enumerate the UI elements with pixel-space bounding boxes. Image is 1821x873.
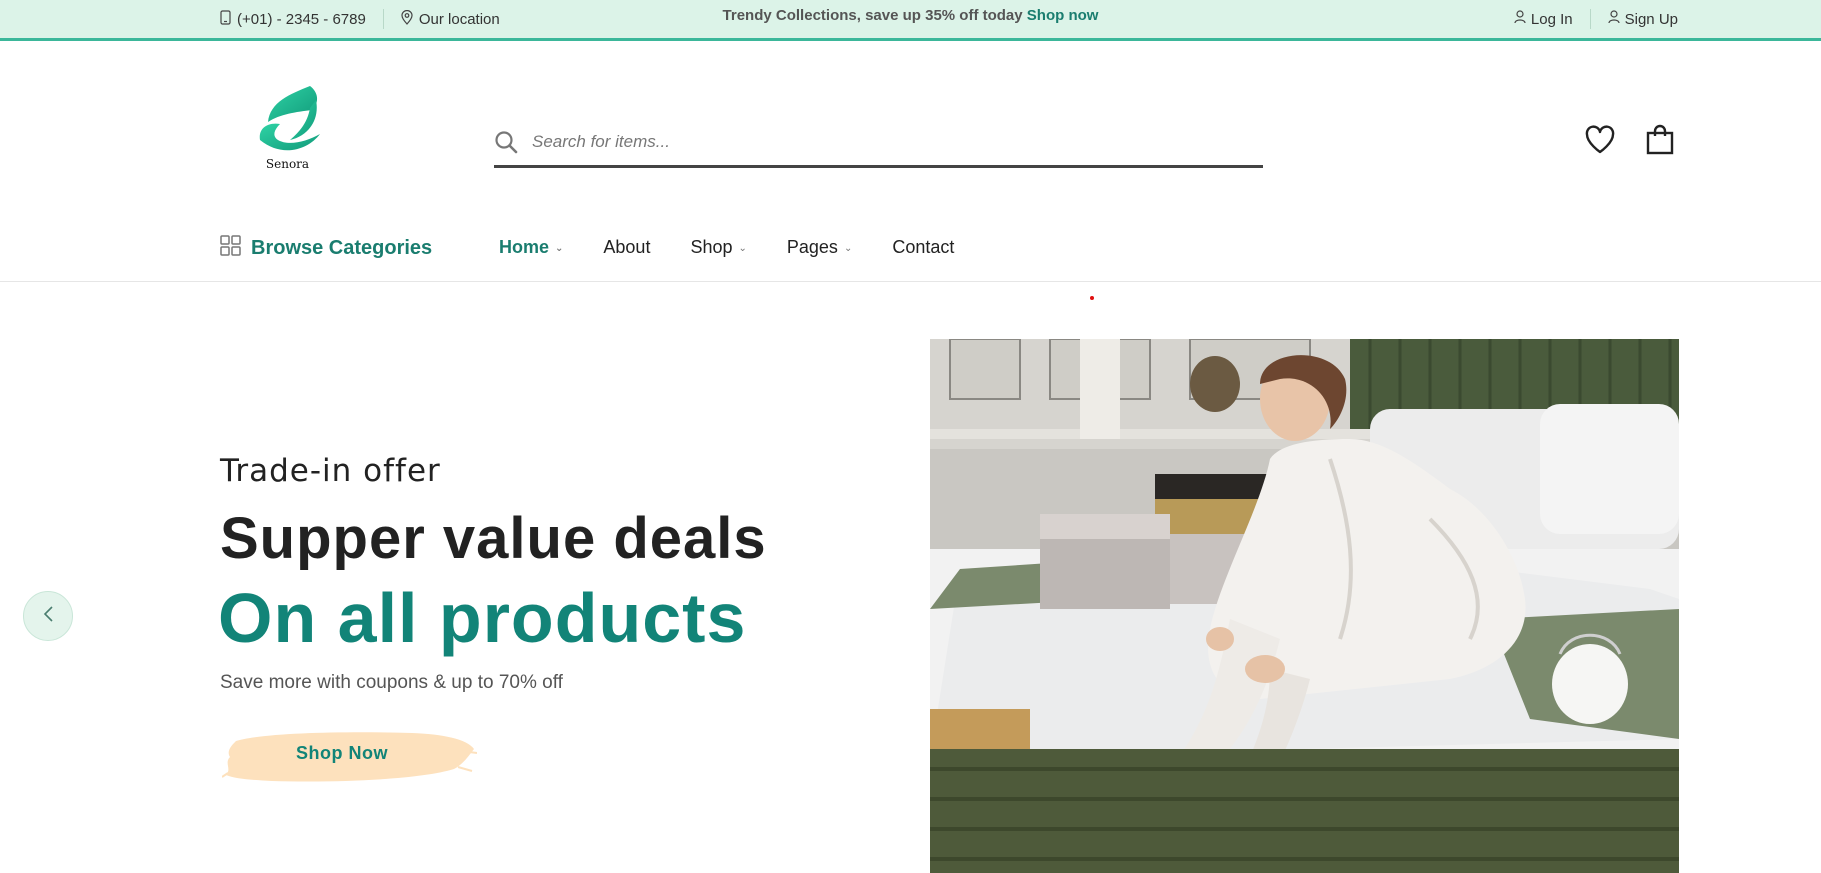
topbar-account: Log In Sign Up: [1514, 0, 1678, 38]
nav-item-about[interactable]: About: [603, 237, 650, 258]
slider-indicator-dot: [1090, 296, 1094, 300]
chevron-down-icon: ⌄: [738, 243, 747, 254]
nav-item-label: Pages: [786, 237, 838, 257]
hero-title-highlight: On all products: [218, 579, 747, 657]
login-label: Log In: [1530, 10, 1573, 28]
login-link[interactable]: Log In: [1514, 10, 1573, 28]
nav-item-label: About: [603, 237, 651, 257]
hero-title: Supper value deals: [220, 506, 767, 571]
main-navigation: Browse Categories Home ⌄ About Shop ⌄ Pa…: [0, 213, 1821, 282]
shop-now-button[interactable]: Shop Now: [222, 727, 477, 785]
slider-prev-button[interactable]: [23, 591, 73, 641]
search-icon[interactable]: [494, 130, 518, 154]
header-actions: [1584, 124, 1676, 156]
promo-text: Trendy Collections, save up 35% off toda…: [722, 7, 1023, 24]
grid-icon: [220, 235, 241, 262]
hero-image: [930, 339, 1679, 873]
shopping-bag-icon[interactable]: [1644, 124, 1676, 156]
chevron-down-icon: ⌄: [843, 243, 853, 254]
signup-link[interactable]: Sign Up: [1608, 10, 1678, 28]
promo-shop-link[interactable]: Shop now: [1027, 7, 1099, 24]
user-icon: [1608, 10, 1620, 28]
browse-categories-label: Browse Categories: [251, 237, 433, 259]
nav-item-pages[interactable]: Pages ⌄: [787, 237, 852, 258]
logo-text: Senora: [265, 157, 310, 171]
browse-categories-button[interactable]: Browse Categories: [220, 235, 432, 262]
hero-subtitle: Trade-in offer: [220, 453, 441, 489]
leaf-logo-icon: [259, 86, 320, 151]
user-icon: [1514, 10, 1526, 28]
top-bar: (+01) - 2345 - 6789 Our location Trendy …: [0, 0, 1821, 41]
signup-label: Sign Up: [1624, 10, 1678, 28]
shop-now-label: Shop Now: [296, 743, 388, 763]
chevron-left-icon: [42, 605, 54, 628]
nav-item-label: Shop: [690, 237, 733, 257]
nav-item-home[interactable]: Home ⌄: [499, 237, 563, 258]
chevron-down-icon: ⌄: [555, 243, 564, 254]
hero-description: Save more with coupons & up to 70% off: [220, 672, 563, 693]
topbar-divider: [1589, 9, 1591, 29]
nav-item-shop[interactable]: Shop ⌄: [690, 237, 746, 258]
search-input[interactable]: [532, 128, 1232, 156]
search-bar: [494, 120, 1263, 168]
nav-item-label: Contact: [892, 237, 955, 257]
wishlist-heart-icon[interactable]: [1584, 124, 1616, 156]
nav-item-contact[interactable]: Contact: [892, 237, 954, 258]
nav-menu: Home ⌄ About Shop ⌄ Pages ⌄ Contact: [499, 237, 954, 258]
nav-item-label: Home: [499, 237, 550, 257]
